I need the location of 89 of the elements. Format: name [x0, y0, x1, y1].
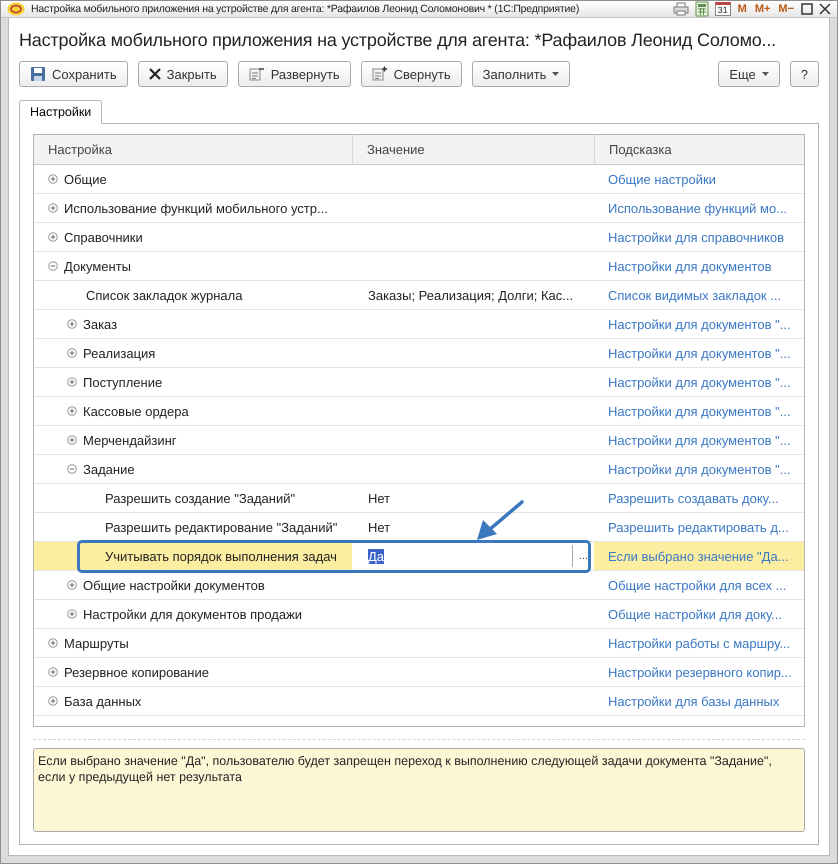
- setting-text: Использование функций мобильного устр...: [64, 200, 328, 216]
- memory-button[interactable]: M: [736, 3, 748, 15]
- collapse-icon[interactable]: [48, 261, 58, 271]
- annotation-arrow: [475, 500, 525, 542]
- hint-link[interactable]: Разрешить редактировать д...: [594, 520, 789, 534]
- toolbar-button[interactable]: Заполнить: [472, 61, 570, 87]
- hint-link[interactable]: Список видимых закладок ...: [594, 288, 782, 302]
- close-icon: [148, 68, 161, 80]
- choice-button[interactable]: ...: [572, 545, 594, 567]
- expand-icon[interactable]: [67, 377, 77, 387]
- expand-tree-icon: [248, 66, 265, 82]
- expand-icon[interactable]: [48, 667, 58, 677]
- close-icon[interactable]: [819, 3, 831, 15]
- value-field[interactable]: Да ...: [352, 542, 594, 570]
- collapse-icon[interactable]: [67, 464, 77, 474]
- setting-text: Учитывать порядок выполнения задач: [105, 548, 337, 564]
- hint-link[interactable]: Общие настройки для доку...: [594, 606, 782, 622]
- hint-link[interactable]: Настройки для документов: [594, 258, 772, 274]
- form-title: Настройка мобильного приложения на устройстве для агента: *Рафаилов Леонид Соломо...: [19, 30, 776, 51]
- tab[interactable]: Настройки: [19, 100, 102, 124]
- setting-text: Справочники: [64, 230, 143, 244]
- expand-icon[interactable]: [67, 435, 77, 445]
- setting-text: Список закладок журнала: [86, 288, 242, 302]
- window-title: Настройка мобильного приложения на устройстве для агента: *Рафаилов Леонид Соломонович * (1С:Предприятие): [31, 3, 580, 15]
- toolbar-button[interactable]: Сохранить: [19, 61, 128, 87]
- help-button[interactable]: ?: [790, 61, 819, 87]
- setting-text: Разрешить редактирование "Заданий": [105, 520, 338, 534]
- expand-icon[interactable]: [67, 348, 77, 358]
- expand-icon[interactable]: [67, 319, 77, 329]
- description-text: Если выбрано значение "Да", пользователю будет запрещен переход к выполнению следующей задачи документа "Задание", если у предыдущей нет результата: [33, 748, 805, 832]
- value-text: Нет: [367, 490, 390, 506]
- hint-link[interactable]: Общие настройки для всех ...: [594, 578, 786, 592]
- column-header[interactable]: Подсказка: [594, 135, 804, 165]
- hint-link[interactable]: Настройки для документов "...: [594, 316, 791, 332]
- setting-text: Реализация: [83, 346, 156, 360]
- hint-link[interactable]: Общие настройки: [594, 172, 716, 186]
- more-button[interactable]: Еще: [718, 61, 780, 87]
- table-row[interactable]: Учитывать порядок выполнения задач Да ... Если выбрано значение "Да...: [34, 542, 804, 571]
- setting-text: Кассовые ордера: [83, 404, 189, 418]
- printer-icon[interactable]: [672, 2, 689, 16]
- expand-icon[interactable]: [48, 696, 58, 706]
- caret-icon: [762, 72, 769, 76]
- toolbar-button[interactable]: Развернуть: [238, 61, 351, 87]
- caret-icon: [552, 72, 560, 76]
- calendar-button[interactable]: 31: [714, 2, 731, 16]
- column-header[interactable]: Настройка: [34, 135, 352, 165]
- hint-link[interactable]: Использование функций мо...: [594, 200, 788, 216]
- hint-link[interactable]: Настройки для базы данных: [594, 694, 780, 708]
- expand-icon[interactable]: [67, 609, 77, 619]
- expand-icon[interactable]: [48, 174, 58, 184]
- setting-text: Настройки для документов продажи: [83, 606, 302, 622]
- hint-link[interactable]: Настройки работы с маршру...: [594, 636, 790, 650]
- hint-link[interactable]: Настройки для документов "...: [594, 374, 791, 390]
- setting-text: Общие: [64, 172, 107, 186]
- setting-text: Задание: [83, 462, 135, 476]
- collapse-tree-icon: [372, 66, 388, 82]
- value-text: Заказы; Реализация; Долги; Кас...: [367, 288, 574, 302]
- maximize-icon[interactable]: [801, 3, 813, 15]
- setting-text: Поступление: [83, 374, 162, 390]
- expand-icon[interactable]: [48, 203, 58, 213]
- toolbar-button[interactable]: Закрыть: [138, 61, 228, 87]
- setting-text: Резервное копирование: [64, 664, 209, 680]
- expand-icon[interactable]: [48, 232, 58, 242]
- setting-text: Документы: [64, 258, 132, 274]
- expand-icon[interactable]: [67, 580, 77, 590]
- hint-link[interactable]: Разрешить создавать доку...: [594, 490, 779, 506]
- setting-text: Заказ: [83, 316, 118, 332]
- setting-text: Маршруты: [64, 636, 129, 650]
- memory-button[interactable]: M−: [777, 3, 795, 15]
- hint-link[interactable]: Настройки для справочников: [594, 230, 784, 244]
- setting-text: Разрешить создание "Заданий": [105, 490, 296, 506]
- hint-link[interactable]: Если выбрано значение "Да...: [594, 548, 789, 564]
- hint-link[interactable]: Настройки для документов "...: [594, 346, 791, 360]
- memory-button[interactable]: M+: [754, 3, 772, 15]
- hint-link[interactable]: Настройки для документов "...: [594, 404, 791, 418]
- hint-link[interactable]: Настройки для документов "...: [594, 462, 791, 476]
- app-logo-icon: [7, 2, 25, 16]
- hint-link[interactable]: Настройки резервного копир...: [594, 664, 792, 680]
- expand-icon[interactable]: [48, 638, 58, 648]
- toolbar-button[interactable]: Свернуть: [360, 61, 462, 87]
- setting-text: База данных: [64, 694, 142, 708]
- floppy-icon: [30, 66, 46, 82]
- expand-icon[interactable]: [67, 406, 77, 416]
- column-header[interactable]: Значение: [352, 135, 594, 165]
- setting-text: Общие настройки документов: [83, 578, 265, 592]
- hint-link[interactable]: Настройки для документов "...: [594, 432, 791, 448]
- calculator-icon[interactable]: [694, 1, 709, 17]
- value-text: Нет: [367, 520, 390, 534]
- setting-text: Мерчендайзинг: [83, 432, 177, 448]
